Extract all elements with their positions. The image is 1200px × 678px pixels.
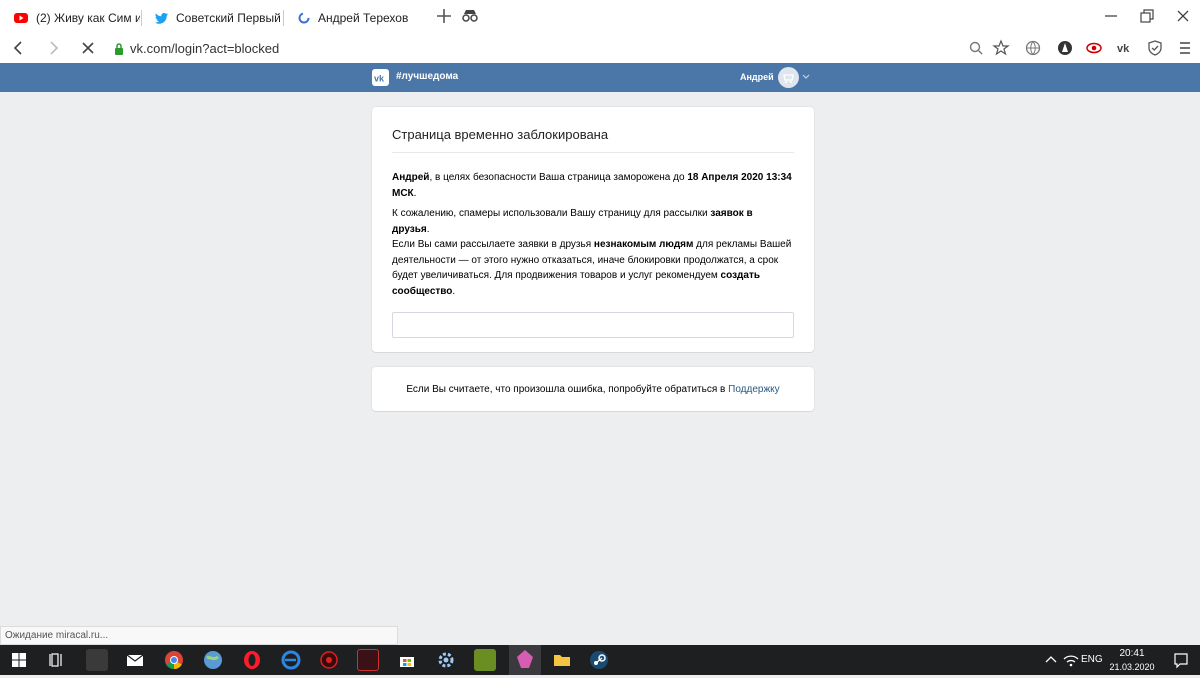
- tab-youtube[interactable]: (2) Живу как Сим из TI: [0, 6, 140, 30]
- action-field[interactable]: [392, 312, 794, 338]
- svg-text:vk: vk: [1117, 43, 1130, 55]
- advice-text-1: Если Вы сами рассылаете заявки в друзья: [392, 239, 594, 250]
- language-indicator[interactable]: ENG: [1081, 654, 1103, 665]
- spam-text: К сожалению, спамеры использовали Вашу с…: [392, 208, 711, 219]
- punctuation: .: [426, 223, 430, 235]
- bookmark-star-icon[interactable]: [992, 39, 1010, 57]
- game-app-icon[interactable]: [86, 649, 108, 671]
- close-icon[interactable]: [1174, 7, 1192, 25]
- youtube-icon: [14, 13, 28, 23]
- stop-loading-icon[interactable]: [79, 39, 97, 57]
- advice-notice: Если Вы сами рассылаете заявки в друзья …: [392, 237, 792, 299]
- browser-status-bar: Ожидание miracal.ru...: [0, 626, 398, 645]
- new-tab-icon[interactable]: [435, 7, 453, 25]
- opera-icon[interactable]: [241, 649, 263, 671]
- clock-date[interactable]: 21.03.2020: [1106, 662, 1158, 672]
- edge-icon[interactable]: [280, 649, 302, 671]
- freeze-text: , в целях безопасности Ваша страница зам…: [429, 172, 688, 183]
- mail-icon[interactable]: [124, 649, 146, 671]
- wifi-icon[interactable]: [1060, 649, 1082, 671]
- freeze-notice: Андрей, в целях безопасности Ваша страни…: [392, 170, 792, 201]
- tab-title: Советский Первый ка: [176, 11, 281, 25]
- advice-bold-1: незнакомым людям: [593, 239, 694, 250]
- url-text: vk.com/login?act=blocked: [130, 40, 280, 56]
- chevron-down-icon[interactable]: [802, 74, 810, 80]
- punctuation: .: [413, 187, 417, 199]
- folder-icon[interactable]: [551, 649, 573, 671]
- support-card: Если Вы считаете, что произошла ошибка, …: [372, 367, 814, 411]
- support-text: Если Вы считаете, что произошла ошибка, …: [406, 384, 729, 395]
- punctuation: .: [452, 285, 456, 297]
- steam-icon[interactable]: [588, 649, 610, 671]
- spam-notice: К сожалению, спамеры использовали Вашу с…: [392, 206, 792, 237]
- header-hashtag[interactable]: #лучшедома: [396, 71, 458, 82]
- address-bar[interactable]: vk.com/login?act=blocked: [106, 35, 1016, 61]
- vk-logo-icon[interactable]: vk: [372, 69, 389, 86]
- settings-gear-icon[interactable]: [435, 649, 457, 671]
- svg-text:vk: vk: [374, 74, 385, 84]
- clock-time[interactable]: 20:41: [1110, 648, 1154, 659]
- tab-title: (2) Живу как Сим из TI: [36, 11, 140, 25]
- browser-tab-strip: (2) Живу как Сим из TI Советский Первый …: [0, 0, 1200, 33]
- private-window-icon[interactable]: [461, 7, 479, 25]
- chevron-up-icon[interactable]: [1040, 649, 1062, 671]
- extension-dark-icon[interactable]: [1056, 39, 1074, 57]
- avatar[interactable]: [778, 67, 799, 88]
- forward-icon[interactable]: [44, 39, 62, 57]
- red-app-icon[interactable]: [318, 649, 340, 671]
- store-icon[interactable]: [396, 649, 418, 671]
- user-name: Андрей: [392, 172, 430, 183]
- divider: [392, 152, 794, 153]
- minecraft-icon[interactable]: [474, 649, 496, 671]
- twitter-icon: [155, 12, 168, 24]
- game-launcher-icon[interactable]: [357, 649, 379, 671]
- menu-icon[interactable]: [1176, 39, 1194, 57]
- task-view-icon[interactable]: [46, 649, 68, 671]
- windows-taskbar: ENG 20:41 21.03.2020: [0, 645, 1200, 675]
- globe-app-icon[interactable]: [202, 649, 224, 671]
- vk-header: vk #лучшедома Андрей: [0, 63, 1200, 92]
- support-notice: Если Вы считаете, что произошла ошибка, …: [372, 384, 814, 395]
- page-title: Страница временно заблокирована: [392, 127, 609, 142]
- shield-icon[interactable]: [1146, 39, 1164, 57]
- search-icon[interactable]: [967, 39, 985, 57]
- blocked-page-card: Страница временно заблокирована Андрей, …: [372, 107, 814, 352]
- tab-title: Андрей Терехов: [318, 11, 409, 25]
- minimize-icon[interactable]: [1102, 7, 1120, 25]
- vk-extension-icon[interactable]: vk: [1116, 39, 1134, 57]
- windows-start-icon[interactable]: [8, 649, 30, 671]
- active-app-icon[interactable]: [509, 645, 541, 675]
- notifications-icon[interactable]: [1170, 649, 1192, 671]
- support-link[interactable]: Поддержку: [728, 384, 780, 395]
- back-icon[interactable]: [10, 39, 28, 57]
- lock-icon: [114, 42, 124, 55]
- globe-icon[interactable]: [1024, 39, 1042, 57]
- navigation-bar: vk.com/login?act=blocked vk: [0, 33, 1200, 63]
- tab-vk-active[interactable]: Андрей Терехов: [284, 6, 422, 30]
- tab-twitter[interactable]: Советский Первый ка: [141, 6, 281, 30]
- loading-icon: [298, 12, 310, 24]
- header-user-name[interactable]: Андрей: [740, 72, 774, 82]
- chrome-icon[interactable]: [163, 649, 185, 671]
- eye-extension-icon[interactable]: [1085, 39, 1103, 57]
- restore-icon[interactable]: [1138, 7, 1156, 25]
